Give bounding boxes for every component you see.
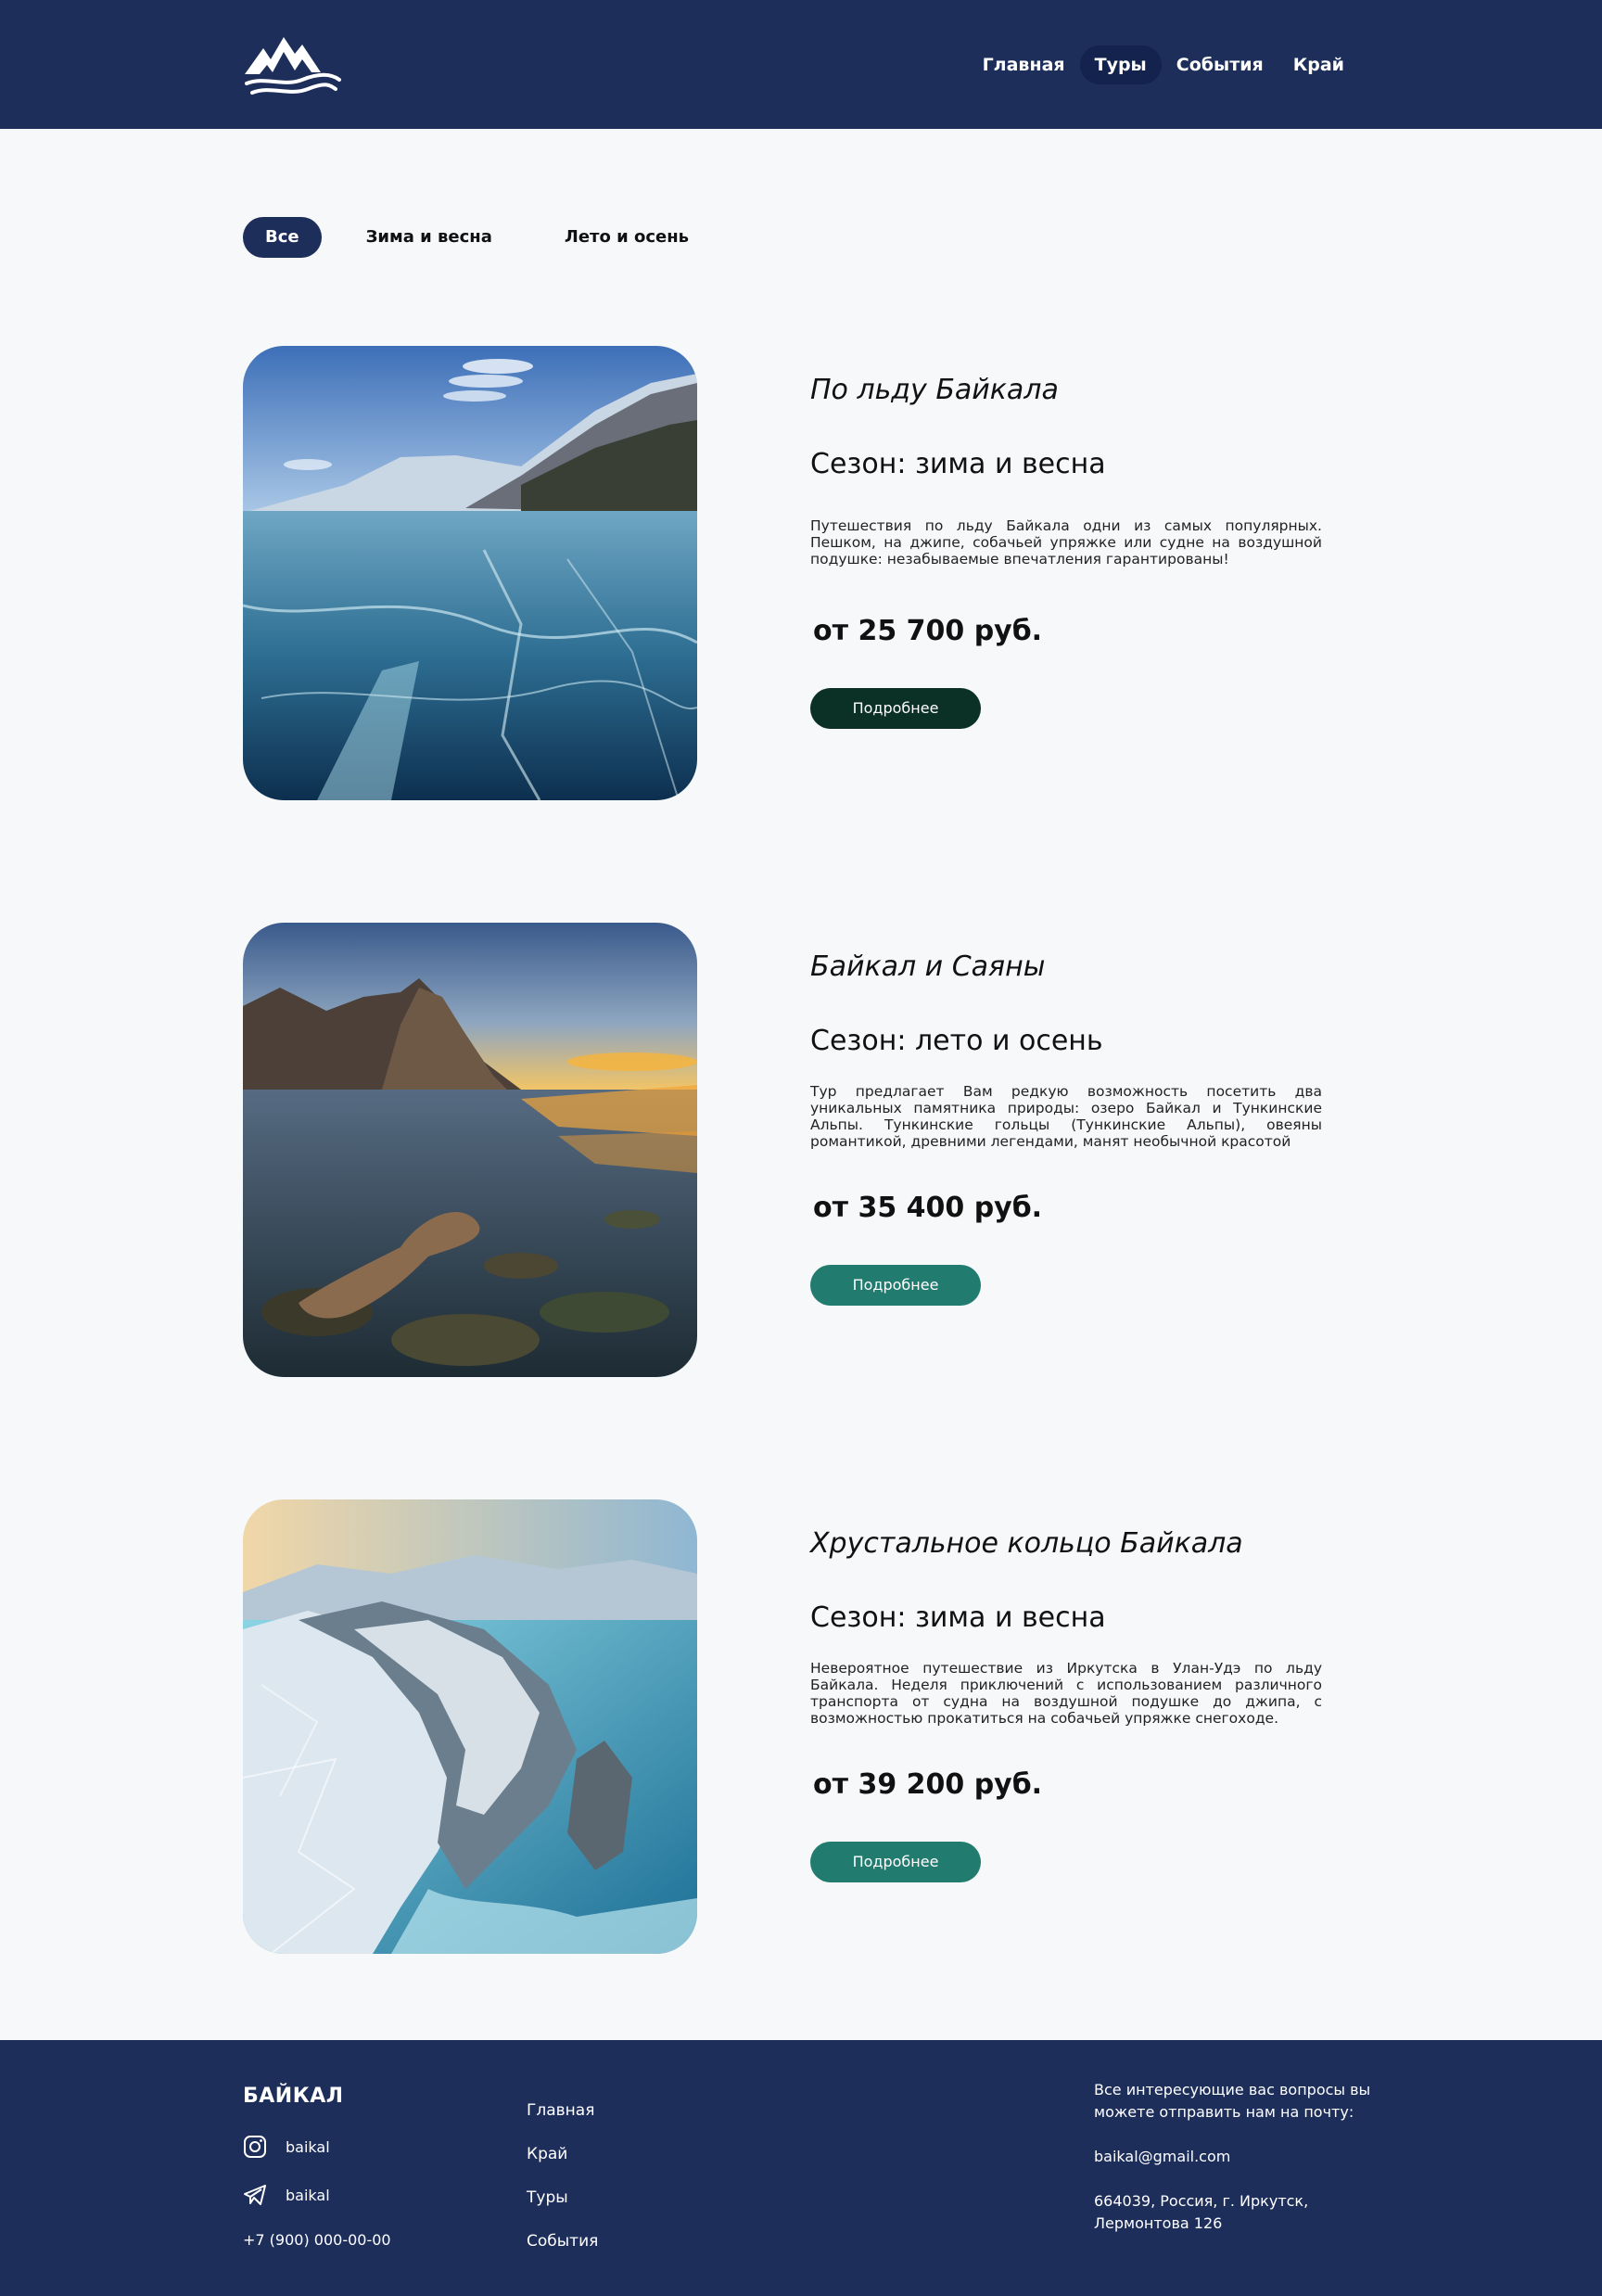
contact-email[interactable]: baikal@gmail.com xyxy=(1094,2146,1372,2168)
site-footer: БАЙКАЛ baikal baikal +7 (900) 000-00-00 … xyxy=(0,2040,1602,2296)
nav-tours[interactable]: Туры xyxy=(1079,45,1162,84)
tour-title: Байкал и Саяны xyxy=(810,950,1046,983)
tour-price: от 35 400 руб. xyxy=(813,1192,1043,1224)
phone-number[interactable]: +7 (900) 000-00-00 xyxy=(243,2231,391,2249)
tour-card: Байкал и Саяны Сезон: лето и осень Тур п… xyxy=(243,923,1322,1377)
tour-description: Путешествия по льду Байкала одни из самы… xyxy=(810,517,1322,568)
details-button[interactable]: Подробнее xyxy=(810,1842,981,1882)
footer-brand: БАЙКАЛ xyxy=(243,2085,344,2108)
nav-home[interactable]: Главная xyxy=(968,45,1080,84)
tour-card: По льду Байкала Сезон: зима и весна Путе… xyxy=(243,346,1322,800)
mountain-logo-icon[interactable] xyxy=(243,33,341,98)
tour-image-sunset-rock xyxy=(243,923,697,1377)
tour-title: Хрустальное кольцо Байкала xyxy=(810,1527,1243,1560)
details-button[interactable]: Подробнее xyxy=(810,1265,981,1306)
tour-season: Сезон: зима и весна xyxy=(810,1601,1106,1634)
footer-link-tours[interactable]: Туры xyxy=(527,2188,598,2232)
tour-image-frozen-lake xyxy=(243,346,697,800)
tour-title: По льду Байкала xyxy=(810,374,1059,406)
main-nav: Главная Туры События Край xyxy=(968,45,1359,84)
tour-description: Тур предлагает Вам редкую возможность по… xyxy=(810,1083,1322,1150)
footer-link-events[interactable]: События xyxy=(527,2232,598,2276)
site-header: Главная Туры События Край xyxy=(0,0,1602,129)
footer-nav: Главная Край Туры События xyxy=(527,2101,598,2276)
footer-contact: Все интересующие вас вопросы вы можете о… xyxy=(1094,2079,1372,2257)
contact-text: Все интересующие вас вопросы вы можете о… xyxy=(1094,2081,1371,2121)
contact-address: 664039, Россия, г. Иркутск, Лермонтова 1… xyxy=(1094,2192,1309,2232)
tour-card: Хрустальное кольцо Байкала Сезон: зима и… xyxy=(243,1499,1322,1954)
tour-season: Сезон: зима и весна xyxy=(810,448,1106,480)
instagram-icon xyxy=(244,2136,266,2158)
footer-link-home[interactable]: Главная xyxy=(527,2101,598,2145)
details-button[interactable]: Подробнее xyxy=(810,688,981,729)
tour-description: Невероятное путешествие из Иркутска в Ул… xyxy=(810,1660,1322,1727)
nav-region[interactable]: Край xyxy=(1278,45,1359,84)
telegram-icon xyxy=(244,2185,266,2205)
instagram-link[interactable]: baikal xyxy=(243,2135,330,2159)
tour-season: Сезон: лето и осень xyxy=(810,1025,1103,1057)
tour-price: от 39 200 руб. xyxy=(813,1768,1043,1801)
footer-link-region[interactable]: Край xyxy=(527,2145,598,2188)
telegram-link[interactable]: baikal xyxy=(243,2183,330,2207)
tour-price: от 25 700 руб. xyxy=(813,615,1043,647)
season-filter: Все Зима и весна Лето и осень xyxy=(243,217,711,258)
instagram-handle: baikal xyxy=(286,2137,330,2156)
tour-image-winter-cliffs xyxy=(243,1499,697,1954)
nav-events[interactable]: События xyxy=(1162,45,1278,84)
filter-all[interactable]: Все xyxy=(243,217,322,258)
filter-summer-autumn[interactable]: Лето и осень xyxy=(542,217,711,258)
telegram-handle: baikal xyxy=(286,2186,330,2204)
filter-winter-spring[interactable]: Зима и весна xyxy=(344,217,515,258)
